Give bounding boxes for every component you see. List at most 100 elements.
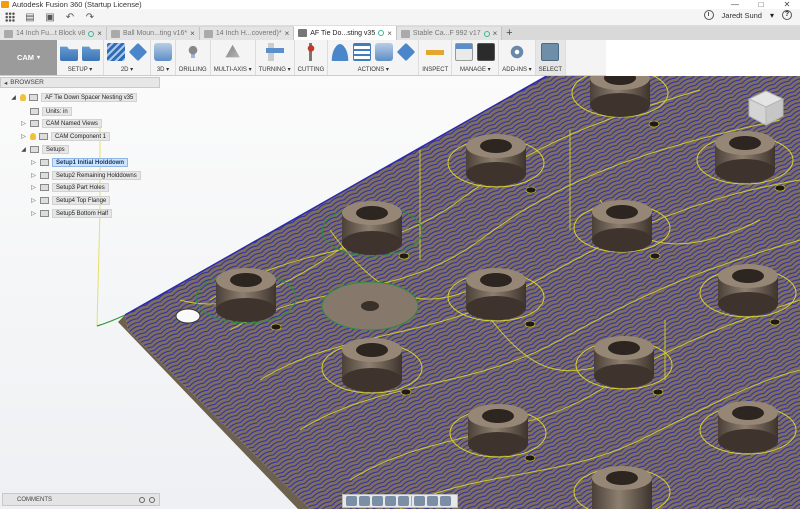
document-tab[interactable]: Stable Ca...F 992 v17 ×	[396, 27, 503, 40]
document-tabs: 14 Inch Fu...t Block v8 × Ball Moun...ti…	[0, 26, 800, 40]
viewports-icon[interactable]	[440, 496, 451, 506]
cutting-group[interactable]: CUTTING	[295, 40, 329, 75]
setup-icon[interactable]	[60, 46, 78, 61]
inspect-label: INSPECT	[422, 67, 449, 73]
simulate-icon[interactable]	[331, 43, 350, 61]
tree-item-setup2[interactable]: ▷ Setup2 Remaining Holddowns	[30, 170, 141, 180]
three-d-group[interactable]: 3D ▾	[151, 40, 176, 75]
visibility-bulb-icon[interactable]	[20, 93, 26, 101]
close-tab-icon[interactable]: ×	[387, 29, 392, 38]
quick-access-toolbar: ▤ ▣ ↶ ↷ Jaredt Sund ▾ ?	[0, 9, 800, 26]
display-settings-icon[interactable]	[414, 496, 425, 506]
multi-axis-group[interactable]: MULTI-AXIS ▾	[211, 40, 256, 75]
tree-item-setup4[interactable]: ▷ Setup4 Top Flange	[30, 195, 111, 205]
view-cube[interactable]	[746, 88, 786, 128]
actions-group[interactable]: ACTIONS ▾	[328, 40, 420, 75]
add-ins-group[interactable]: ADD-INS ▾	[499, 40, 536, 75]
close-tab-icon[interactable]: ×	[190, 29, 195, 38]
tree-item-setups[interactable]: ◢ Setups	[20, 144, 69, 154]
save-button[interactable]: ▣	[40, 10, 60, 25]
data-panel-button[interactable]	[0, 10, 20, 25]
expand-arrow-icon[interactable]: ▷	[30, 210, 37, 217]
folder-icon[interactable]	[82, 46, 100, 61]
maximize-button[interactable]: □	[748, 0, 774, 9]
tree-item-label: Setups	[42, 144, 69, 154]
expand-arrow-icon[interactable]: ▷	[20, 120, 27, 127]
pan-icon[interactable]	[372, 496, 383, 506]
tree-item-root[interactable]: ◢ AF Tie Down Spacer Nesting v35	[10, 92, 138, 102]
scripts-icon[interactable]	[507, 43, 526, 61]
redo-button[interactable]: ↷	[80, 10, 100, 25]
tree-item-named-views[interactable]: ▷ CAM Named Views	[20, 118, 102, 128]
expand-panel-icon[interactable]	[149, 496, 155, 503]
turning-icon[interactable]	[265, 43, 284, 61]
close-tab-icon[interactable]: ×	[97, 29, 102, 38]
2d-contour-icon[interactable]	[128, 42, 148, 62]
close-tab-icon[interactable]: ×	[493, 29, 498, 38]
expand-arrow-icon[interactable]: ▷	[30, 184, 37, 191]
workspace-switcher[interactable]: CAM ▾	[0, 40, 57, 75]
add-comment-icon[interactable]	[139, 496, 145, 503]
tree-item-setup1[interactable]: ▷ Setup1 Initial Holddown	[30, 157, 128, 167]
close-tab-icon[interactable]: ×	[285, 29, 290, 38]
cutting-icon[interactable]	[301, 43, 320, 61]
expand-arrow-icon[interactable]: ◢	[10, 94, 17, 101]
document-tab[interactable]: 14 Inch Fu...t Block v8 ×	[0, 27, 107, 40]
file-menu-button[interactable]: ▤	[20, 10, 40, 25]
document-tab-active[interactable]: AF Tie Do...sting v35 ×	[294, 26, 397, 40]
actions-label: ACTIONS ▾	[357, 67, 389, 73]
expand-arrow-icon[interactable]: ▷	[30, 159, 37, 166]
drilling-group[interactable]: DRILLING	[176, 40, 211, 75]
drill-icon[interactable]	[183, 43, 202, 61]
clock-icon[interactable]	[703, 10, 714, 20]
visibility-bulb-icon[interactable]	[30, 132, 36, 140]
expand-arrow-icon[interactable]: ▷	[30, 172, 37, 179]
fit-icon[interactable]	[398, 496, 409, 506]
tree-item-setup3[interactable]: ▷ Setup3 Part Holes	[30, 182, 109, 192]
browser-header[interactable]: ◂ BROWSER	[0, 77, 160, 88]
document-tab[interactable]: Ball Moun...ting v16* ×	[106, 27, 200, 40]
ribbon-toolbar: CAM ▾ SETUP ▾ 2D ▾ 3D ▾ DRILLING MULTI-A…	[0, 40, 606, 76]
grid-settings-icon[interactable]	[427, 496, 438, 506]
turning-group[interactable]: TURNING ▾	[256, 40, 295, 75]
setup-group[interactable]: SETUP ▾	[57, 40, 104, 75]
expand-arrow-icon[interactable]: ▷	[30, 197, 37, 204]
document-tab[interactable]: 14 Inch H...covered)* ×	[199, 27, 295, 40]
expand-arrow-icon[interactable]: ◢	[20, 146, 27, 153]
inspect-group[interactable]: INSPECT	[419, 40, 453, 75]
undo-button[interactable]: ↶	[60, 10, 80, 25]
help-icon[interactable]: ?	[782, 10, 792, 20]
look-at-icon[interactable]	[359, 496, 370, 506]
user-name[interactable]: Jaredt Sund	[722, 11, 762, 20]
expand-arrow-icon[interactable]: ▷	[20, 133, 27, 140]
close-window-button[interactable]: ✕	[774, 0, 800, 9]
2d-pocket-icon[interactable]	[107, 43, 125, 61]
cutting-label: CUTTING	[297, 67, 325, 73]
orbit-icon[interactable]	[346, 496, 357, 506]
setup-sheet-icon[interactable]	[375, 43, 394, 61]
post-process-icon[interactable]	[353, 43, 372, 61]
minimize-button[interactable]: —	[722, 0, 748, 9]
component-icon	[39, 132, 48, 140]
collapse-arrow-icon[interactable]: ◂	[4, 79, 7, 87]
tool-library-icon[interactable]	[455, 43, 474, 61]
generate-icon[interactable]	[397, 42, 416, 62]
tree-item-units[interactable]: Units: in	[30, 106, 72, 116]
post-library-icon[interactable]	[477, 43, 496, 61]
multi-axis-icon[interactable]	[225, 44, 240, 58]
workspace-label: CAM	[16, 53, 35, 62]
tab-label: Stable Ca...F 992 v17	[412, 30, 481, 37]
new-tab-button[interactable]: +	[502, 27, 516, 40]
setup-label: SETUP ▾	[67, 67, 93, 73]
3d-adaptive-icon[interactable]	[154, 43, 172, 61]
tree-item-setup5[interactable]: ▷ Setup5 Bottom Half	[30, 208, 113, 218]
select-cursor-icon[interactable]	[541, 43, 560, 61]
comments-panel[interactable]: COMMENTS	[2, 493, 160, 506]
measure-icon[interactable]	[426, 43, 445, 61]
tree-item-component[interactable]: ▷ CAM Component 1	[20, 131, 111, 141]
zoom-icon[interactable]	[385, 496, 396, 506]
user-caret-icon[interactable]: ▾	[770, 11, 774, 20]
manage-group[interactable]: MANAGE ▾	[452, 40, 500, 75]
two-d-group[interactable]: 2D ▾	[104, 40, 151, 75]
select-group[interactable]: SELECT	[535, 40, 566, 75]
